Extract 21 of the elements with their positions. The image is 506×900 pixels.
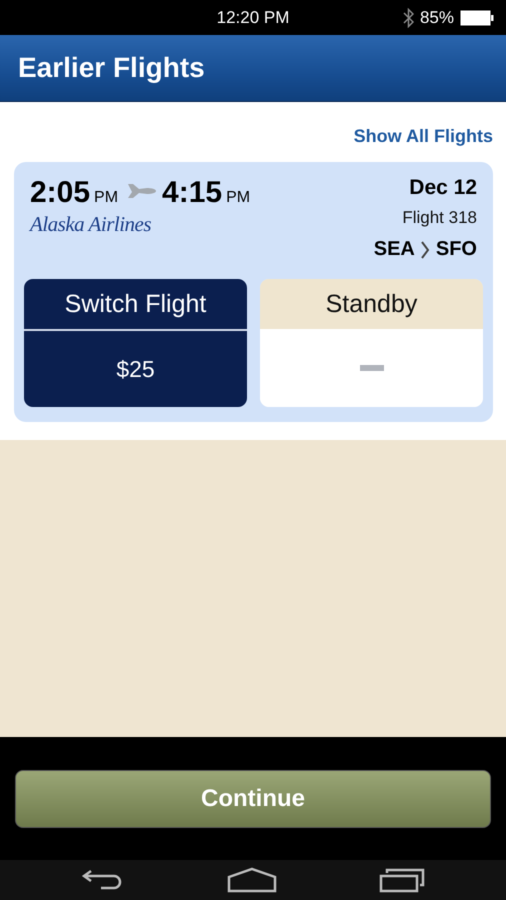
destination-code: SFO [436,238,477,261]
departure-time: 2:05 [30,176,90,210]
flight-number: Flight 318 [402,208,477,228]
fare-option[interactable]: Standby [260,279,483,407]
bluetooth-icon [402,8,414,28]
dash-icon [360,365,384,371]
departure-period: PM [94,189,118,207]
show-all-flights-link[interactable]: Show All Flights [354,126,493,147]
chevron-right-icon [420,240,430,258]
flight-date: Dec 12 [409,176,477,200]
airline-logo: Alaska Airlines [30,212,152,237]
origin-code: SEA [374,238,415,261]
status-time: 12:20 PM [216,8,290,28]
arrival-period: PM [226,189,250,207]
fare-option[interactable]: Switch Flight $25 [24,279,247,407]
recent-apps-icon[interactable] [379,867,425,893]
page-title: Earlier Flights [18,52,205,84]
arrival-time: 4:15 [162,176,222,210]
battery-percent: 85% [420,8,454,28]
home-icon[interactable] [227,867,277,893]
battery-icon [460,10,494,26]
